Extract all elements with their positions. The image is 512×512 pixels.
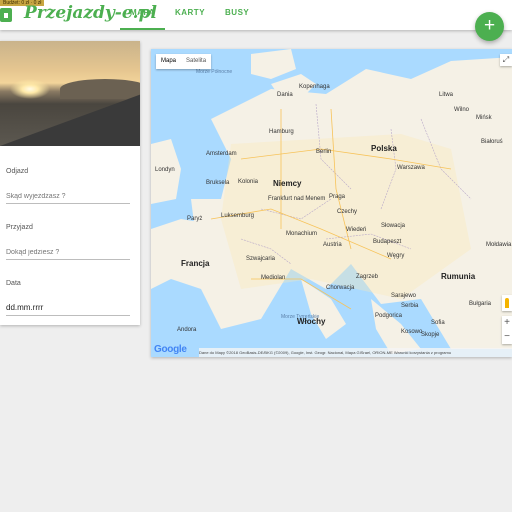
top-app-bar: Budżet: 0 zł · 0 zł Przejazdy-e.pl MAPA …	[0, 0, 512, 30]
city-label: Hamburg	[269, 129, 294, 135]
zoom-in-button[interactable]: +	[502, 316, 512, 330]
country-label: Polska	[371, 144, 397, 153]
country-label: Szwajcaria	[246, 256, 276, 262]
road-hero-image	[0, 41, 140, 146]
city-label: Podgorica	[375, 313, 403, 319]
date-label: Data	[6, 280, 21, 287]
country-label: Węgry	[387, 253, 405, 259]
city-label: Sofia	[431, 320, 445, 326]
city-label: Amsterdam	[206, 151, 237, 157]
map-view[interactable]: Morze Północne Morze Tyrreńskie Polska N…	[151, 49, 512, 357]
city-label: Paryż	[187, 216, 203, 222]
city-label: Andora	[177, 327, 197, 333]
to-input[interactable]	[6, 245, 130, 260]
sea-label: Morze Północne	[196, 69, 233, 75]
tab-karty[interactable]: KARTY	[165, 0, 215, 28]
tab-busy[interactable]: BUSY	[215, 0, 259, 28]
country-label: Rumunia	[441, 272, 476, 281]
country-label: Niemcy	[273, 179, 302, 188]
country-label: Francja	[181, 259, 210, 268]
from-label: Odjazd	[6, 168, 29, 175]
tab-mapa[interactable]: MAPA	[120, 0, 165, 30]
to-label: Przyjazd	[6, 224, 33, 231]
city-label: Frankfurt nad Menem	[268, 196, 326, 202]
country-label: Mołdawia	[486, 242, 512, 248]
map-type-satellite-button[interactable]: Satelita	[181, 54, 211, 69]
logo-icon	[0, 8, 12, 22]
country-label: Chorwacja	[326, 285, 355, 291]
city-label: Praga	[329, 194, 346, 200]
country-label: Słowacja	[381, 223, 406, 229]
map-type-toggle: Mapa Satelita	[156, 54, 212, 69]
city-label: Monachium	[286, 231, 318, 237]
city-label: Budapeszt	[373, 239, 402, 245]
city-label: Mińsk	[476, 115, 492, 121]
map-type-map-button[interactable]: Mapa	[156, 54, 181, 69]
google-logo: Google	[154, 344, 187, 355]
country-label: Dania	[277, 92, 293, 98]
country-label: Serbia	[401, 303, 419, 309]
search-panel: Odjazd Przyjazd Data dd.mm.rrrr	[0, 41, 140, 325]
date-input[interactable]: dd.mm.rrrr	[6, 301, 130, 316]
from-input[interactable]	[6, 189, 130, 204]
country-label: Austria	[323, 242, 342, 248]
city-label: Sarajewo	[391, 293, 417, 299]
add-ride-button[interactable]: +	[475, 12, 504, 41]
map-attribution[interactable]: Dane do Mapy ©2018 GeoBasis-DE/BKG (©200…	[199, 348, 512, 357]
country-label: Włochy	[297, 317, 326, 326]
country-label: Czechy	[337, 209, 358, 215]
fullscreen-icon[interactable]: ⤢	[500, 54, 512, 66]
city-label: Warszawa	[397, 165, 425, 171]
city-label: Kolonia	[238, 179, 259, 185]
city-label: Skopje	[421, 332, 440, 338]
city-label: Wiedeń	[346, 227, 367, 233]
zoom-control: + −	[502, 316, 512, 344]
country-label: Bułgaria	[469, 301, 492, 307]
country-label: Luksemburg	[221, 213, 255, 219]
city-label: Zagrzeb	[356, 274, 379, 280]
country-label: Białoruś	[481, 139, 503, 145]
map-land	[151, 49, 512, 354]
city-label: Berlin	[316, 149, 332, 155]
city-label: Mediolan	[261, 275, 286, 281]
city-label: Londyn	[155, 167, 175, 173]
city-label: Kopenhaga	[299, 84, 330, 90]
city-label: Bruksela	[206, 180, 230, 186]
main-nav: MAPA KARTY BUSY	[120, 0, 259, 30]
country-label: Litwa	[439, 92, 454, 98]
country-label: Kosowo	[401, 329, 423, 335]
street-view-pegman-icon[interactable]	[502, 295, 512, 311]
city-label: Wilno	[454, 107, 470, 113]
zoom-out-button[interactable]: −	[502, 330, 512, 344]
